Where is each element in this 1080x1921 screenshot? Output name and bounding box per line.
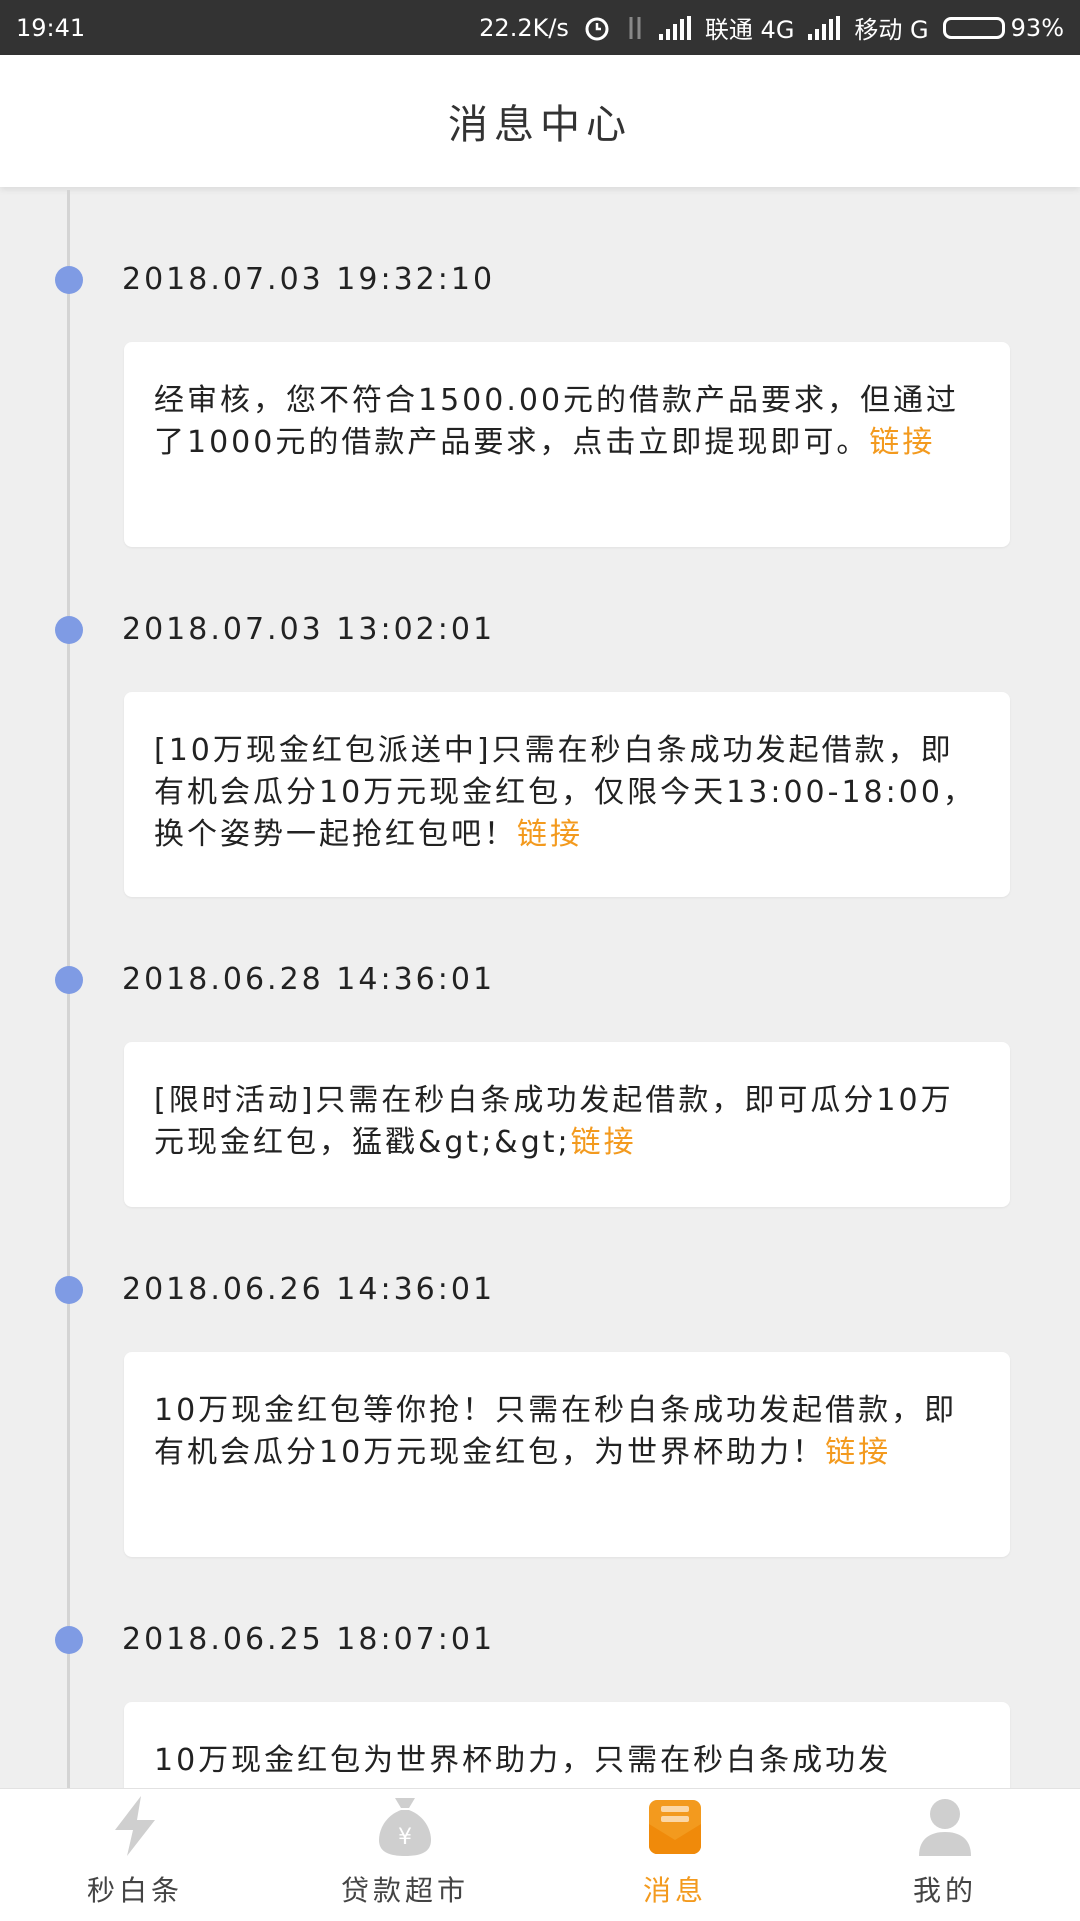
- message-text-block: 10万现金红包等你抢！只需在秒白条成功发起借款，即有机会瓜分10万元现金红包，为…: [154, 1390, 980, 1474]
- page-title: 消息中心: [448, 102, 632, 148]
- timeline-dot: [55, 616, 83, 644]
- status-time: 19:41: [16, 13, 86, 42]
- status-bar: 19:41 22.2K/s 联通 4G 移动 G 93%: [0, 0, 1080, 55]
- bottom-nav: 秒白条 ¥ 贷款超市 消息 我的: [0, 1788, 1080, 1921]
- message-card[interactable]: 10万现金红包等你抢！只需在秒白条成功发起借款，即有机会瓜分10万元现金红包，为…: [124, 1352, 1010, 1557]
- message-link[interactable]: 链接: [825, 1435, 891, 1470]
- signal-icon: [658, 15, 691, 40]
- message-timeline[interactable]: 2018.07.03 19:32:10 经审核，您不符合1500.00元的借款产…: [0, 190, 1080, 1788]
- message-time: 2018.06.26 14:36:01: [122, 1272, 496, 1307]
- signal-icon: [808, 15, 841, 40]
- message-card[interactable]: [10万现金红包派送中]只需在秒白条成功发起借款，即有机会瓜分10万元现金红包，…: [124, 692, 1010, 897]
- message-text-block: 经审核，您不符合1500.00元的借款产品要求，但通过了1000元的借款产品要求…: [154, 380, 980, 464]
- nav-tab-miaobaitiao[interactable]: 秒白条: [0, 1789, 270, 1921]
- timeline-dot: [55, 266, 83, 294]
- message-text: [限时活动]只需在秒白条成功发起借款，即可瓜分10万元现金红包，猛戳&gt;&g…: [154, 1083, 954, 1160]
- timeline-dot: [55, 1276, 83, 1304]
- message-time: 2018.06.28 14:36:01: [122, 962, 496, 997]
- data-transfer-icon: [625, 15, 645, 41]
- message-text: 经审核，您不符合1500.00元的借款产品要求，但通过了1000元的借款产品要求…: [154, 383, 960, 460]
- page-header: 消息中心: [0, 55, 1080, 187]
- message-link[interactable]: 链接: [517, 817, 583, 852]
- alarm-icon: [583, 14, 611, 42]
- carrier-label-1: 联通 4G: [704, 16, 795, 44]
- battery-indicator: 93%: [942, 13, 1064, 42]
- message-time: 2018.07.03 13:02:01: [122, 612, 496, 647]
- money-bag-icon: ¥: [370, 1793, 440, 1859]
- battery-icon: [942, 16, 1005, 39]
- message-time: 2018.07.03 19:32:10: [122, 262, 496, 297]
- nav-label: 贷款超市: [340, 1874, 469, 1907]
- nav-label: 我的: [912, 1874, 977, 1907]
- message-text-block: 10万现金红包为世界杯助力，只需在秒白条成功发: [154, 1740, 980, 1782]
- message-link[interactable]: 链接: [869, 425, 935, 460]
- nav-tab-loan-market[interactable]: ¥ 贷款超市: [270, 1789, 540, 1921]
- carrier-label-2: 移动 G: [854, 16, 929, 44]
- message-text: 10万现金红包为世界杯助力，只需在秒白条成功发: [154, 1743, 892, 1778]
- message-link[interactable]: 链接: [571, 1125, 637, 1160]
- status-indicators: 22.2K/s 联通 4G 移动 G 93%: [479, 10, 1064, 45]
- message-card[interactable]: 经审核，您不符合1500.00元的借款产品要求，但通过了1000元的借款产品要求…: [124, 342, 1010, 547]
- message-time: 2018.06.25 18:07:01: [122, 1622, 496, 1657]
- nav-label: 秒白条: [86, 1874, 183, 1907]
- timeline-dot: [55, 1626, 83, 1654]
- message-icon: [640, 1793, 710, 1859]
- message-text-block: [限时活动]只需在秒白条成功发起借款，即可瓜分10万元现金红包，猛戳&gt;&g…: [154, 1080, 980, 1164]
- nav-label: 消息: [642, 1874, 707, 1907]
- nav-tab-me[interactable]: 我的: [810, 1789, 1080, 1921]
- battery-percent: 93%: [1010, 13, 1064, 42]
- message-card[interactable]: 10万现金红包为世界杯助力，只需在秒白条成功发: [124, 1702, 1010, 1788]
- timeline-dot: [55, 966, 83, 994]
- message-text-block: [10万现金红包派送中]只需在秒白条成功发起借款，即有机会瓜分10万元现金红包，…: [154, 730, 980, 856]
- network-speed: 22.2K/s: [479, 13, 569, 42]
- lightning-icon: [100, 1793, 170, 1859]
- svg-text:¥: ¥: [398, 1825, 412, 1850]
- user-icon: [910, 1793, 980, 1859]
- message-card[interactable]: [限时活动]只需在秒白条成功发起借款，即可瓜分10万元现金红包，猛戳&gt;&g…: [124, 1042, 1010, 1207]
- nav-tab-messages[interactable]: 消息: [540, 1789, 810, 1921]
